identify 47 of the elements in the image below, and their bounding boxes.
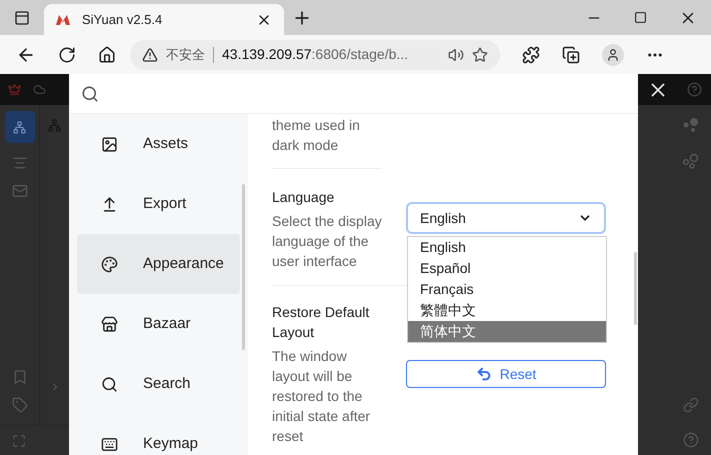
setting-description: theme used in dark mode — [272, 114, 382, 169]
sidebar-item[interactable]: Search — [77, 354, 240, 414]
upload-icon — [101, 196, 118, 212]
collections-icon[interactable] — [562, 46, 580, 64]
search-icon — [101, 376, 118, 392]
image-icon — [101, 136, 118, 152]
dropdown-option[interactable]: 繁體中文 — [408, 300, 606, 321]
dropdown-option[interactable]: Español — [408, 258, 606, 279]
store-icon — [101, 316, 118, 332]
sidebar-item[interactable]: Keymap — [77, 414, 240, 455]
security-label: 不安全 — [166, 46, 205, 64]
keyboard-icon — [101, 436, 118, 452]
language-select[interactable]: English — [406, 202, 606, 234]
file-tree-button[interactable] — [4, 111, 34, 143]
sidebar-item[interactable]: Assets — [77, 114, 240, 174]
maximize-icon[interactable] — [634, 11, 647, 24]
dropdown-option[interactable]: 简体中文 — [408, 321, 606, 342]
reset-button[interactable]: Reset — [406, 360, 606, 388]
tab-actions-icon[interactable] — [14, 10, 30, 26]
reload-icon[interactable] — [58, 46, 76, 64]
setting-title: Restore Default Layout — [272, 303, 370, 342]
extensions-icon[interactable] — [522, 46, 540, 64]
tab-title: SiYuan v2.5.4 — [82, 10, 164, 29]
setting-description: The window layout will be restored to the initial state after reset — [272, 347, 372, 446]
tree-icon — [13, 120, 26, 134]
crown-icon — [8, 83, 21, 96]
favorite-icon[interactable] — [472, 46, 488, 62]
dropdown-option[interactable]: English — [408, 237, 606, 258]
undo-icon — [476, 366, 492, 382]
sidebar-item[interactable]: Bazaar — [77, 294, 240, 354]
address-bar[interactable]: 不安全 43.139.209.57:6806/stage/b... — [130, 40, 500, 70]
profile-avatar[interactable] — [602, 44, 624, 66]
search-icon[interactable] — [81, 84, 99, 102]
app-logo-icon — [56, 14, 70, 24]
home-icon[interactable] — [98, 46, 116, 64]
sidebar-item[interactable]: Appearance — [77, 234, 240, 294]
dropdown-option[interactable]: Français — [408, 279, 606, 300]
tree-icon — [48, 119, 61, 132]
setting-title: Language — [272, 188, 336, 207]
warning-icon — [142, 46, 158, 62]
browser-tab[interactable]: SiYuan v2.5.4 — [44, 4, 284, 35]
setting-description: Select the display language of the user interface — [272, 212, 383, 271]
sidebar-item[interactable]: Export — [77, 174, 240, 234]
cloud-icon — [33, 83, 46, 96]
palette-icon — [101, 256, 118, 272]
read-aloud-icon[interactable] — [448, 46, 464, 62]
url-text: 43.139.209.57:6806/stage/b... — [222, 45, 408, 64]
